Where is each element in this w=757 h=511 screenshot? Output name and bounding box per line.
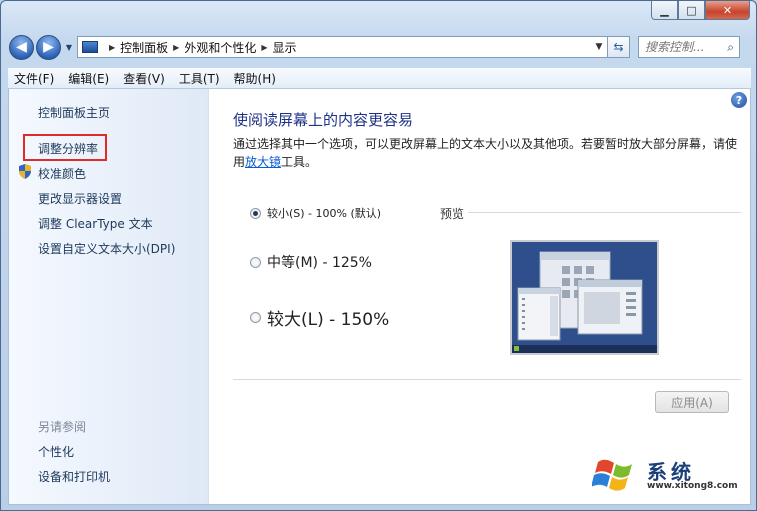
sidebar-link-personalization[interactable]: 个性化 (38, 443, 74, 460)
sidebar: 控制面板主页 调整分辨率 校准颜色 更改显示器设置 调整 ClearType 文… (9, 89, 209, 504)
search-icon[interactable]: ⌕ (727, 40, 734, 55)
breadcrumb-display[interactable]: 显示 (273, 39, 297, 56)
preview-label: 预览 (440, 207, 465, 221)
refresh-icon: ⇆ (613, 40, 624, 54)
shield-icon (19, 164, 31, 179)
address-bar[interactable]: ▶ 控制面板 ▶ 外观和个性化 ▶ 显示 ▼ (77, 36, 608, 58)
option-medium[interactable]: 中等(M) - 125% (250, 252, 372, 272)
page-title: 使阅读屏幕上的内容更容易 (233, 111, 414, 129)
sidebar-link-adjust-resolution[interactable]: 调整分辨率 (38, 140, 98, 157)
option-smaller-label: 较小(S) - 100% (默认) (267, 207, 382, 220)
main-panel: 使阅读屏幕上的内容更容易 通过选择其中一个选项，可以更改屏幕上的文本大小以及其他… (233, 89, 743, 504)
watermark-logo: 系统 www.xitong8.com (591, 454, 742, 496)
address-dropdown-icon[interactable]: ▼ (591, 42, 607, 52)
menu-file[interactable]: 文件(F) (14, 70, 54, 87)
description-text-end: 工具。 (281, 155, 318, 169)
chevron-right-icon[interactable]: ▶ (109, 43, 115, 52)
menu-edit[interactable]: 编辑(E) (68, 70, 109, 87)
chevron-right-icon[interactable]: ▶ (261, 43, 267, 52)
page-description: 通过选择其中一个选项，可以更改屏幕上的文本大小以及其他项。若要暂时放大部分屏幕，… (233, 135, 741, 171)
chevron-right-icon[interactable]: ▶ (173, 43, 179, 52)
forward-button[interactable]: ▶ (36, 34, 61, 60)
search-box[interactable]: ⌕ (638, 36, 740, 58)
menu-bar: 文件(F) 编辑(E) 查看(V) 工具(T) 帮助(H) (8, 67, 751, 89)
menu-help[interactable]: 帮助(H) (234, 70, 276, 87)
option-medium-label: 中等(M) - 125% (267, 255, 372, 271)
recent-pages-dropdown-icon[interactable]: ▼ (63, 43, 75, 52)
refresh-button[interactable]: ⇆ (608, 36, 630, 58)
option-larger[interactable]: 较大(L) - 150% (250, 305, 389, 330)
see-also-heading: 另请参阅 (38, 420, 87, 434)
back-button[interactable]: ◀ (9, 34, 34, 60)
preview-desktop-icon (512, 242, 657, 353)
search-input[interactable] (645, 40, 717, 54)
close-button[interactable]: ✕ (705, 1, 750, 20)
navigation-bar: ◀ ▶ ▼ ▶ 控制面板 ▶ 外观和个性化 ▶ 显示 ▼ ⇆ ⌕ (9, 33, 750, 61)
sidebar-link-change-display-settings[interactable]: 更改显示器设置 (38, 190, 122, 207)
radio-larger[interactable] (250, 312, 261, 323)
preview-image (510, 240, 659, 355)
option-larger-label: 较大(L) - 150% (267, 310, 390, 330)
radio-medium[interactable] (250, 256, 261, 268)
sidebar-link-home[interactable]: 控制面板主页 (38, 104, 110, 121)
radio-smaller[interactable] (250, 207, 261, 219)
section-divider (233, 379, 741, 380)
sidebar-link-cleartype[interactable]: 调整 ClearType 文本 (38, 215, 153, 232)
option-smaller[interactable]: 较小(S) - 100% (默认) (250, 205, 381, 221)
breadcrumb-control-panel[interactable]: 控制面板 (120, 39, 168, 56)
computer-icon (82, 41, 98, 53)
content-area: 控制面板主页 调整分辨率 校准颜色 更改显示器设置 调整 ClearType 文… (8, 89, 751, 505)
windows-flag-icon (591, 459, 632, 491)
sidebar-link-devices-printers[interactable]: 设备和打印机 (38, 468, 110, 485)
sidebar-link-custom-dpi[interactable]: 设置自定义文本大小(DPI) (38, 240, 175, 257)
menu-tools[interactable]: 工具(T) (179, 70, 220, 87)
watermark-url: www.xitong8.com (647, 481, 738, 491)
control-panel-window: ▁ □ ✕ ◀ ▶ ▼ ▶ 控制面板 ▶ 外观和个性化 ▶ 显示 ▼ ⇆ ⌕ 文… (0, 0, 757, 511)
caption-buttons: ▁ □ ✕ (651, 1, 750, 20)
sidebar-link-calibrate-color[interactable]: 校准颜色 (38, 165, 86, 182)
apply-button[interactable]: 应用(A) (655, 391, 729, 413)
preview-divider (468, 212, 741, 213)
menu-view[interactable]: 查看(V) (123, 70, 165, 87)
breadcrumb-appearance[interactable]: 外观和个性化 (184, 39, 256, 56)
minimize-button[interactable]: ▁ (651, 1, 678, 20)
maximize-button[interactable]: □ (678, 1, 705, 20)
magnifier-link[interactable]: 放大镜 (245, 155, 281, 169)
